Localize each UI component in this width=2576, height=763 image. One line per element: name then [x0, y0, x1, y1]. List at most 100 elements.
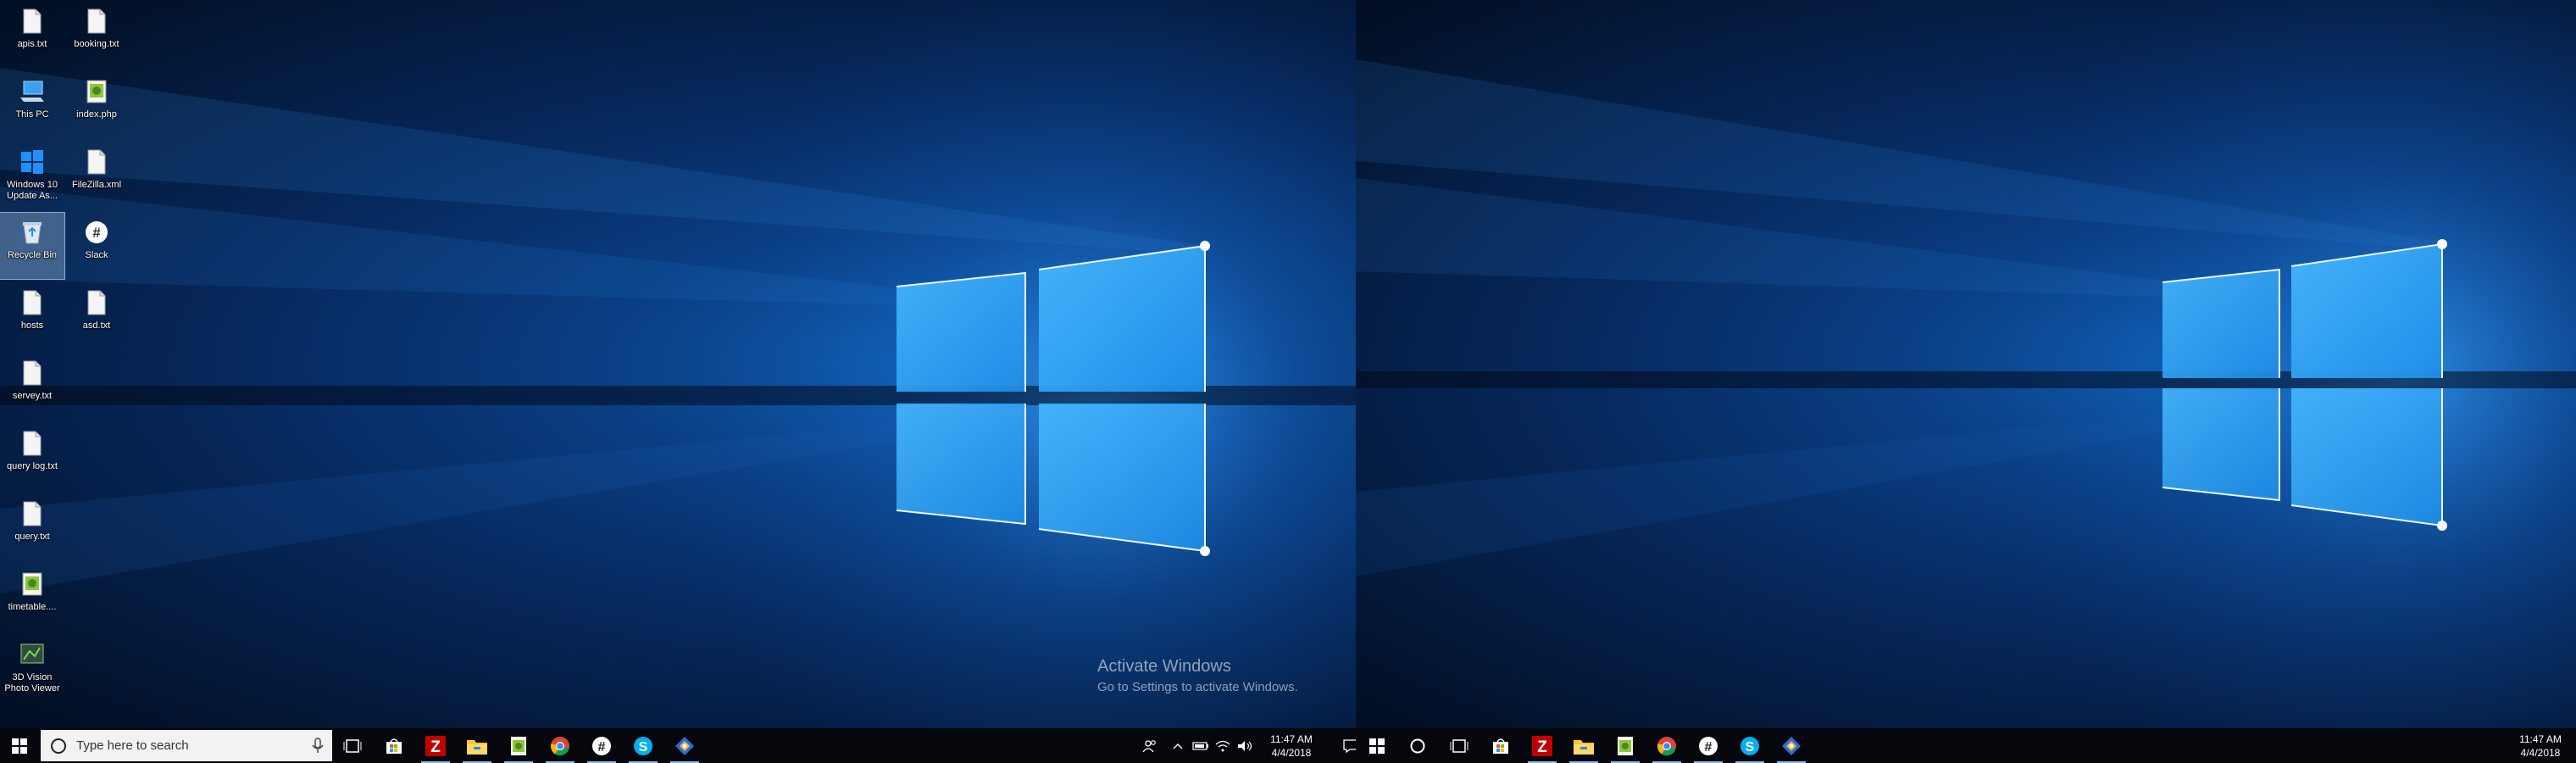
filezilla-icon: Z — [425, 735, 446, 756]
taskbar-app-slack[interactable]: # — [582, 728, 621, 763]
search-placeholder: Type here to search — [76, 738, 189, 753]
desktop-icon-query-txt[interactable]: query.txt — [0, 494, 64, 560]
desktop-icon-windows-10-update-assistant[interactable]: Windows 10 Update As... — [0, 142, 64, 209]
svg-text:Z: Z — [1537, 738, 1547, 756]
taskbar-app-sourcetree[interactable] — [1772, 728, 1811, 763]
taskbar-app-filezilla[interactable]: Z — [1523, 728, 1562, 763]
desktop-icon-apis-txt[interactable]: apis.txt — [0, 2, 64, 68]
desktop-icon-label: asd.txt — [82, 320, 111, 331]
desktop-icon-hosts[interactable]: hosts — [0, 283, 64, 349]
desktop-icon-this-pc[interactable]: This PC — [0, 72, 64, 138]
notepad-plus-icon — [1618, 736, 1633, 755]
file-explorer-icon — [467, 739, 487, 755]
clock-date: 4/4/2018 — [2520, 746, 2561, 759]
slack-icon: # — [1699, 736, 1718, 755]
people-icon[interactable] — [1137, 738, 1163, 754]
taskbar-app-chrome[interactable] — [1647, 728, 1686, 763]
desktop-icon-recycle-bin[interactable]: Recycle Bin — [0, 212, 65, 280]
taskbar-right: Z # S 11:47 AM 4/4/2018 — [1356, 728, 2576, 763]
desktop-icon-query-log-txt[interactable]: query log.txt — [0, 424, 64, 490]
clock-time: 11:47 AM — [1270, 732, 1313, 745]
text-file-icon — [19, 499, 46, 528]
filezilla-icon: Z — [1532, 735, 1552, 756]
desktop-icon-slack[interactable]: # Slack — [64, 213, 129, 279]
task-view-icon — [343, 738, 362, 753]
desktop-icon-label: Windows 10 Update As... — [7, 180, 58, 201]
notepad-plus-icon — [83, 77, 110, 106]
store-icon — [386, 738, 402, 754]
slack-icon: # — [592, 736, 611, 755]
taskbar-app-chrome[interactable] — [541, 728, 580, 763]
text-file-icon — [83, 288, 110, 317]
start-button[interactable] — [0, 728, 39, 763]
desktop-icon-3d-vision-photo-viewer[interactable]: 3D Vision Photo Viewer — [0, 635, 64, 701]
taskbar-app-file-explorer[interactable] — [458, 728, 497, 763]
desktop-wallpaper — [1356, 0, 2576, 728]
taskbar-app-store[interactable] — [375, 728, 414, 763]
windows-update-assistant-icon — [19, 148, 46, 176]
activate-windows-watermark: Activate Windows Go to Settings to activ… — [1097, 657, 1298, 694]
wifi-icon[interactable] — [1212, 740, 1234, 752]
taskbar-app-notepad-plus[interactable] — [1606, 728, 1645, 763]
file-explorer-icon — [1574, 739, 1594, 755]
desktop-icon-booking-txt[interactable]: booking.txt — [64, 2, 129, 68]
taskbar-left: Type here to search Z # S 11:47 AM 4/4/2… — [0, 728, 1356, 763]
desktop-icon-timetable[interactable]: timetable.... — [0, 565, 64, 631]
text-file-icon — [19, 359, 46, 387]
taskbar-clock[interactable]: 11:47 AM 4/4/2018 — [2510, 732, 2571, 760]
windows-logo-wallpaper — [0, 0, 1356, 728]
slack-icon: # — [83, 218, 110, 247]
chrome-icon — [1657, 736, 1676, 755]
action-center-icon[interactable] — [1332, 738, 1356, 753]
desktop-icon-label: This PC — [15, 109, 49, 120]
start-button[interactable] — [1357, 728, 1396, 763]
desktop-icon-label: booking.txt — [74, 39, 119, 49]
svg-text:#: # — [92, 225, 101, 241]
task-view-button[interactable] — [333, 728, 372, 763]
desktop-icon-filezilla-xml[interactable]: FileZilla.xml — [64, 142, 129, 209]
desktop-icon-servey-txt[interactable]: servey.txt — [0, 354, 64, 420]
desktop-icon-index-php[interactable]: index.php — [64, 72, 129, 138]
taskbar-app-slack[interactable]: # — [1689, 728, 1728, 763]
svg-text:S: S — [639, 740, 648, 755]
this-pc-icon — [19, 77, 46, 106]
windows-start-icon — [1369, 738, 1385, 754]
taskbar-app-skype[interactable]: S — [624, 728, 663, 763]
cortana-circle-icon — [51, 738, 66, 754]
store-icon — [1493, 738, 1508, 754]
text-file-icon — [19, 288, 46, 317]
right-monitor: Z # S 11:47 AM 4/4/2018 — [1356, 0, 2576, 763]
text-file-icon — [83, 7, 110, 36]
desktop-icon-label: 3D Vision Photo Viewer — [4, 672, 60, 693]
activate-windows-title: Activate Windows — [1097, 657, 1231, 676]
sourcetree-icon — [1782, 736, 1801, 755]
battery-icon[interactable] — [1190, 741, 1212, 751]
taskbar-app-store[interactable] — [1481, 728, 1520, 763]
task-view-button[interactable] — [1440, 728, 1479, 763]
chevron-up-icon[interactable] — [1166, 743, 1190, 749]
taskbar-clock[interactable]: 11:47 AM 4/4/2018 — [1261, 732, 1322, 760]
windows-logo-wallpaper — [1356, 0, 2576, 728]
system-tray: 11:47 AM 4/4/2018 — [2510, 728, 2571, 763]
taskbar-app-notepad-plus[interactable] — [499, 728, 538, 763]
task-view-icon — [1450, 738, 1468, 753]
svg-text:#: # — [598, 740, 606, 755]
taskbar-app-skype[interactable]: S — [1730, 728, 1769, 763]
desktop-icon-label: index.php — [76, 109, 117, 120]
desktop-icon-label: apis.txt — [17, 39, 47, 49]
taskbar-app-sourcetree[interactable] — [665, 728, 704, 763]
desktop-icon-label: servey.txt — [12, 391, 53, 401]
desktop-icon-label: FileZilla.xml — [71, 180, 122, 190]
microphone-icon[interactable] — [312, 737, 324, 755]
cortana-button[interactable] — [1398, 728, 1437, 763]
windows-start-icon — [12, 738, 27, 754]
taskbar-app-file-explorer[interactable] — [1564, 728, 1603, 763]
taskbar-app-filezilla[interactable]: Z — [416, 728, 455, 763]
clock-date: 4/4/2018 — [1271, 746, 1312, 759]
desktop-icon-label: query log.txt — [7, 461, 58, 471]
text-file-icon — [19, 429, 46, 458]
desktop-icon-asd-txt[interactable]: asd.txt — [64, 283, 129, 349]
volume-icon[interactable] — [1234, 740, 1256, 752]
desktop-icon-label: timetable.... — [8, 602, 57, 612]
taskbar-search-box[interactable]: Type here to search — [41, 730, 332, 761]
